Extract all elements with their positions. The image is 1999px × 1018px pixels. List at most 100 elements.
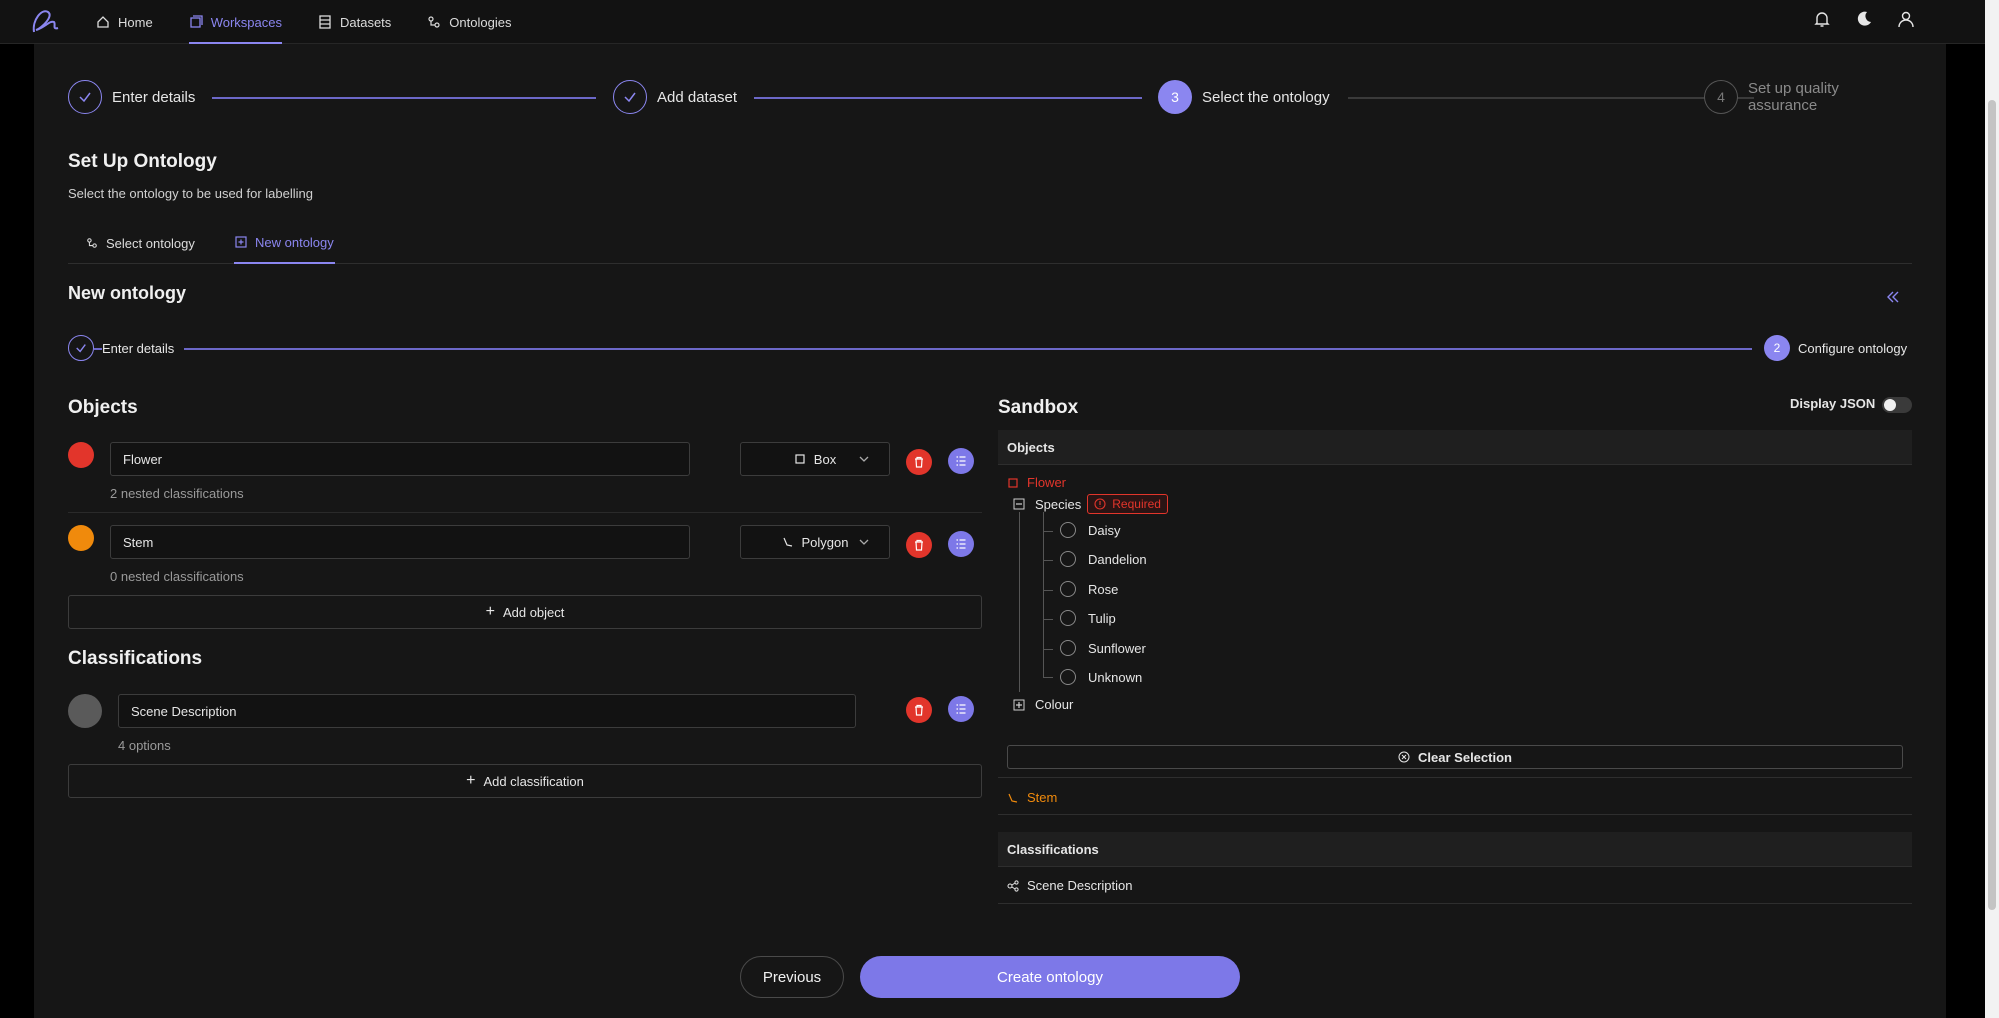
radio-button[interactable] [1060, 581, 1076, 597]
sandbox-classifications-header: Classifications [998, 832, 1912, 866]
object-name-input[interactable]: Flower [110, 442, 690, 476]
top-navigation-bar: Home Workspaces Datasets Ontologies [0, 0, 1985, 44]
option-label: Unknown [1088, 669, 1143, 685]
option-daisy[interactable]: Daisy [1060, 522, 1121, 538]
object-color-swatch[interactable] [68, 525, 94, 551]
workspace-icon [190, 15, 203, 28]
step-quality-assurance[interactable]: 4 Set up quality assurance [1704, 80, 1912, 114]
shape-select[interactable]: Box [740, 442, 890, 476]
clear-selection-button[interactable]: Clear Selection [1007, 745, 1903, 769]
radio-button[interactable] [1060, 669, 1076, 685]
edit-object-button[interactable] [948, 448, 974, 474]
step-label: Select the ontology [1202, 88, 1330, 106]
substep-configure-ontology[interactable]: 2 Configure ontology [1752, 335, 1908, 361]
classification-name-input[interactable]: Scene Description [118, 694, 856, 728]
nav-home[interactable]: Home [96, 0, 153, 44]
add-object-button[interactable]: + Add object [68, 595, 982, 629]
clear-selection-label: Clear Selection [1418, 749, 1512, 765]
option-dandelion[interactable]: Dandelion [1060, 551, 1147, 567]
scrollbar-thumb[interactable] [1988, 100, 1996, 910]
tree-branch [1043, 619, 1053, 620]
user-icon[interactable] [1897, 10, 1915, 28]
step-select-ontology[interactable]: 3 Select the ontology [1158, 80, 1330, 114]
sandbox-species[interactable]: Species Required [1013, 494, 1168, 514]
delete-object-button[interactable] [906, 532, 932, 558]
page-scrollbar[interactable] [1985, 0, 1999, 1018]
option-sunflower[interactable]: Sunflower [1060, 640, 1146, 656]
delete-object-button[interactable] [906, 449, 932, 475]
delete-classification-button[interactable] [906, 697, 932, 723]
collapse-icon[interactable] [1886, 290, 1900, 304]
trash-icon [915, 704, 923, 716]
app-logo-icon[interactable] [28, 6, 64, 36]
species-label: Species [1035, 496, 1082, 512]
object-name-input[interactable]: Stem [110, 525, 690, 559]
classification-icon [1007, 879, 1019, 892]
radio-button[interactable] [1060, 522, 1076, 538]
display-json-toggle[interactable] [1882, 397, 1912, 413]
shape-select[interactable]: Polygon [740, 525, 890, 559]
expand-plus-icon [1013, 699, 1025, 710]
collapse-minus-icon [1013, 498, 1025, 510]
step-number: 3 [1158, 80, 1192, 114]
option-tulip[interactable]: Tulip [1060, 610, 1116, 626]
step-enter-details[interactable]: Enter details [68, 80, 195, 114]
nav-workspaces-label: Workspaces [210, 14, 282, 30]
bell-icon[interactable] [1813, 10, 1831, 28]
sandbox-object-stem[interactable]: Stem [1007, 790, 1057, 805]
nav-ontologies[interactable]: Ontologies [427, 0, 511, 44]
bounding-box-icon [1008, 477, 1018, 488]
trash-icon [915, 456, 923, 468]
dataset-icon [319, 15, 331, 29]
edit-classification-button[interactable] [948, 696, 974, 722]
nav-workspaces[interactable]: Workspaces [188, 0, 283, 44]
page-title: Set Up Ontology [68, 151, 217, 172]
tree-branch [1043, 560, 1053, 561]
sandbox-object-flower[interactable]: Flower [1007, 475, 1066, 490]
tab-new-ontology[interactable]: New ontology [234, 222, 335, 264]
object-row-stem: Stem 0 nested classifications Polygon [68, 525, 982, 585]
tree-branch [1043, 649, 1053, 650]
shape-value: Polygon [801, 534, 849, 550]
sandbox-colour[interactable]: Colour [1013, 697, 1073, 712]
new-ontology-title: New ontology [68, 283, 186, 303]
substep-enter-details[interactable]: Enter details [68, 335, 185, 361]
divider [998, 903, 1912, 904]
polygon-icon [1008, 793, 1018, 803]
step-connector [212, 97, 596, 99]
tree-guide [1019, 512, 1020, 692]
dark-mode-icon[interactable] [1855, 10, 1873, 28]
required-label: Required [1112, 497, 1161, 511]
home-icon [97, 16, 109, 28]
plus-icon: + [466, 772, 476, 789]
shape-value: Box [813, 451, 837, 467]
edit-object-button[interactable] [948, 531, 974, 557]
step-add-dataset[interactable]: Add dataset [613, 80, 737, 114]
sandbox-classification-scene[interactable]: Scene Description [1007, 878, 1133, 893]
tab-select-ontology[interactable]: Select ontology [86, 222, 195, 264]
nav-datasets[interactable]: Datasets [318, 0, 391, 44]
object-color-swatch[interactable] [68, 442, 94, 468]
add-classification-button[interactable]: + Add classification [68, 764, 982, 798]
top-actions [1813, 10, 1915, 28]
step-connector [1348, 97, 1754, 99]
tab-label: New ontology [255, 234, 334, 250]
radio-button[interactable] [1060, 610, 1076, 626]
step-connector [754, 97, 1142, 99]
list-edit-icon [956, 539, 966, 549]
classification-color-swatch[interactable] [68, 694, 102, 728]
ontology-tabs: Select ontology New ontology [68, 222, 1912, 264]
option-unknown[interactable]: Unknown [1060, 669, 1142, 685]
option-rose[interactable]: Rose [1060, 581, 1118, 597]
create-ontology-button[interactable]: Create ontology [860, 956, 1240, 998]
radio-button[interactable] [1060, 551, 1076, 567]
previous-button[interactable]: Previous [740, 956, 844, 998]
add-object-label: Add object [502, 604, 565, 620]
list-edit-icon [956, 456, 966, 466]
tree-branch [1043, 590, 1053, 591]
page-subtitle: Select the ontology to be used for label… [68, 186, 314, 201]
sandbox-title: Sandbox [998, 397, 1079, 418]
add-box-icon [235, 236, 247, 248]
radio-button[interactable] [1060, 640, 1076, 656]
check-icon [68, 335, 94, 361]
